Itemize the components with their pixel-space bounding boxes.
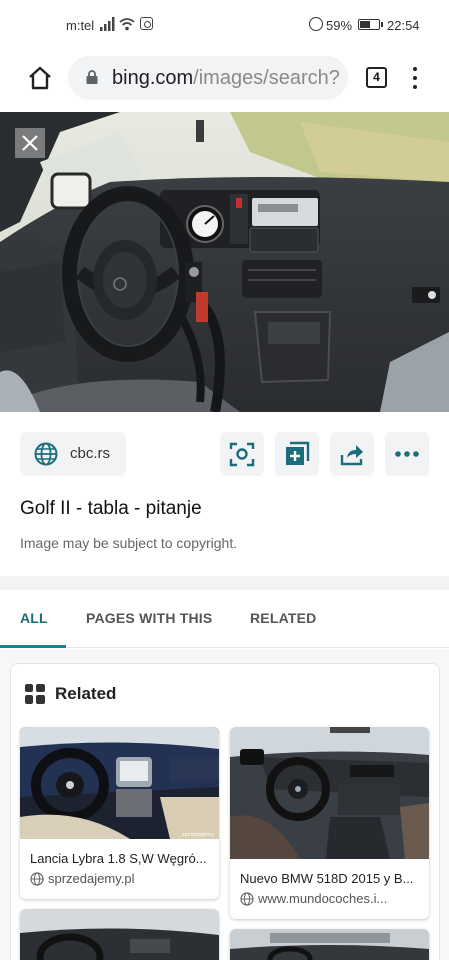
share-button[interactable] xyxy=(330,432,374,476)
result-thumbnail: sprzedajemy xyxy=(20,727,219,839)
clock: 22:54 xyxy=(387,18,420,33)
alarm-icon xyxy=(309,17,323,31)
result-source: sprzedajemy.pl xyxy=(48,871,135,886)
related-result[interactable] xyxy=(20,909,219,960)
main-image[interactable] xyxy=(0,112,449,412)
watermark-text: sprzedajemy xyxy=(182,832,214,838)
tab-pages-with-this[interactable]: PAGES WITH THIS xyxy=(86,610,212,626)
image-title: Golf II - tabla - pitanje xyxy=(20,498,202,519)
result-thumbnail xyxy=(230,727,429,859)
signal-icon xyxy=(100,17,115,31)
result-thumbnail xyxy=(20,909,219,960)
more-vert-icon[interactable] xyxy=(405,65,425,91)
url-path: /images/search? xyxy=(193,67,340,89)
battery-percent: 59% xyxy=(326,18,353,33)
lock-icon xyxy=(86,70,98,84)
share-icon xyxy=(340,445,363,466)
visual-search-button[interactable] xyxy=(220,432,264,476)
related-result[interactable] xyxy=(230,929,429,960)
visual-search-icon xyxy=(229,442,255,467)
globe-icon xyxy=(34,442,58,466)
browser-toolbar: bing.com/images/search? 4 xyxy=(0,50,449,112)
tab-switcher-button[interactable]: 4 xyxy=(366,67,387,88)
tab-all[interactable]: ALL xyxy=(20,610,48,626)
home-icon[interactable] xyxy=(26,64,54,92)
result-source: www.mundocoches.i... xyxy=(258,891,388,906)
tab-related[interactable]: RELATED xyxy=(250,610,316,626)
status-bar: m:tel 59% 22:54 xyxy=(0,0,449,50)
globe-icon xyxy=(30,872,44,886)
result-tabs: ALL PAGES WITH THIS RELATED xyxy=(0,590,449,648)
result-title: Lancia Lybra 1.8 S,W Węgró... xyxy=(30,851,207,866)
section-divider xyxy=(0,576,449,590)
related-heading: Related xyxy=(55,684,117,703)
add-to-collection-button[interactable] xyxy=(275,432,319,476)
copyright-note: Image may be subject to copyright. xyxy=(20,535,238,551)
url-text: bing.com/images/search? xyxy=(112,67,340,90)
related-result[interactable]: sprzedajemy Lancia Lybra 1.8 S,W Węgró..… xyxy=(20,727,219,899)
result-thumbnail xyxy=(230,929,429,960)
more-horiz-icon xyxy=(395,451,419,457)
address-bar[interactable]: bing.com/images/search? xyxy=(68,56,348,100)
close-button[interactable] xyxy=(15,128,45,158)
result-title: Nuevo BMW 518D 2015 y B... xyxy=(240,871,414,886)
active-tab-indicator xyxy=(0,645,66,648)
source-label: cbc.rs xyxy=(70,445,111,462)
battery-icon xyxy=(358,19,383,30)
carrier-label: m:tel xyxy=(66,18,95,33)
globe-icon xyxy=(240,892,254,906)
more-actions-button[interactable] xyxy=(385,432,429,476)
instagram-icon xyxy=(140,17,153,30)
add-collection-icon xyxy=(286,441,310,465)
close-icon xyxy=(22,135,38,151)
related-result[interactable]: Nuevo BMW 518D 2015 y B... www.mundococh… xyxy=(230,727,429,919)
wifi-icon xyxy=(119,18,135,31)
source-chip[interactable]: cbc.rs xyxy=(20,432,126,476)
grid-icon xyxy=(25,684,45,704)
url-domain: bing.com xyxy=(112,67,194,89)
